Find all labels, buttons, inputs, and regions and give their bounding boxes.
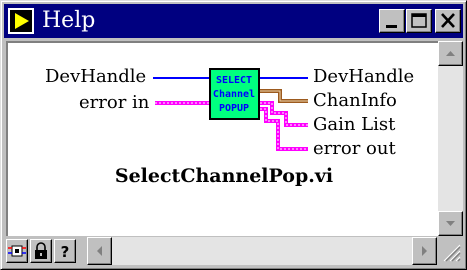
chaninfo-wire <box>260 89 308 103</box>
close-button[interactable] <box>435 9 461 33</box>
horizontal-scrollbar[interactable] <box>87 237 437 265</box>
minimize-icon <box>386 25 397 28</box>
output-label-chaninfo: ChanInfo <box>313 90 397 111</box>
scroll-down-button[interactable] <box>438 211 463 236</box>
scroll-up-button[interactable] <box>438 41 463 66</box>
scroll-right-button[interactable] <box>412 237 437 265</box>
window-title: Help <box>42 8 96 33</box>
lock-icon <box>35 242 47 259</box>
input-label-devhandle: DevHandle <box>45 66 147 87</box>
online-help-button[interactable]: ? <box>54 239 76 263</box>
close-icon <box>441 13 455 28</box>
lock-button[interactable] <box>30 239 52 263</box>
help-window: Help SELECT Channel POPUP DevHandle erro… <box>0 0 467 270</box>
maximize-button[interactable] <box>406 9 432 33</box>
arrow-left-icon <box>97 246 102 256</box>
vi-icon-line1: SELECT <box>216 75 252 86</box>
arrow-down-icon <box>446 221 455 226</box>
vi-icon-line3: POPUP <box>219 103 249 114</box>
vi-name: SelectChannelPop.vi <box>114 165 334 187</box>
question-icon: ? <box>61 243 70 261</box>
output-label-devhandle: DevHandle <box>313 66 415 87</box>
vertical-scrollbar[interactable] <box>438 41 463 236</box>
resize-grip-icon[interactable] <box>438 239 462 263</box>
output-label-error-out: error out <box>313 138 396 159</box>
vi-icon: SELECT Channel POPUP <box>209 68 260 120</box>
arrow-right-icon <box>422 246 427 256</box>
minimize-button[interactable] <box>379 9 405 33</box>
simple-diagram-help-button[interactable] <box>6 239 28 263</box>
output-label-gain-list: Gain List <box>313 114 396 135</box>
arrow-up-icon <box>446 51 455 56</box>
title-bar[interactable]: Help <box>4 4 463 38</box>
vi-icon-line2: Channel <box>213 89 255 100</box>
help-content-area: SELECT Channel POPUP DevHandle error in … <box>6 41 438 236</box>
labview-app-icon[interactable] <box>8 8 34 34</box>
bottom-toolbar: ? <box>6 237 463 265</box>
maximize-icon <box>411 13 427 28</box>
svg-text:?: ? <box>61 243 70 261</box>
input-label-error-in: error in <box>79 92 150 113</box>
scroll-left-button[interactable] <box>87 237 112 265</box>
simple-diagram-help-icon <box>8 245 26 257</box>
